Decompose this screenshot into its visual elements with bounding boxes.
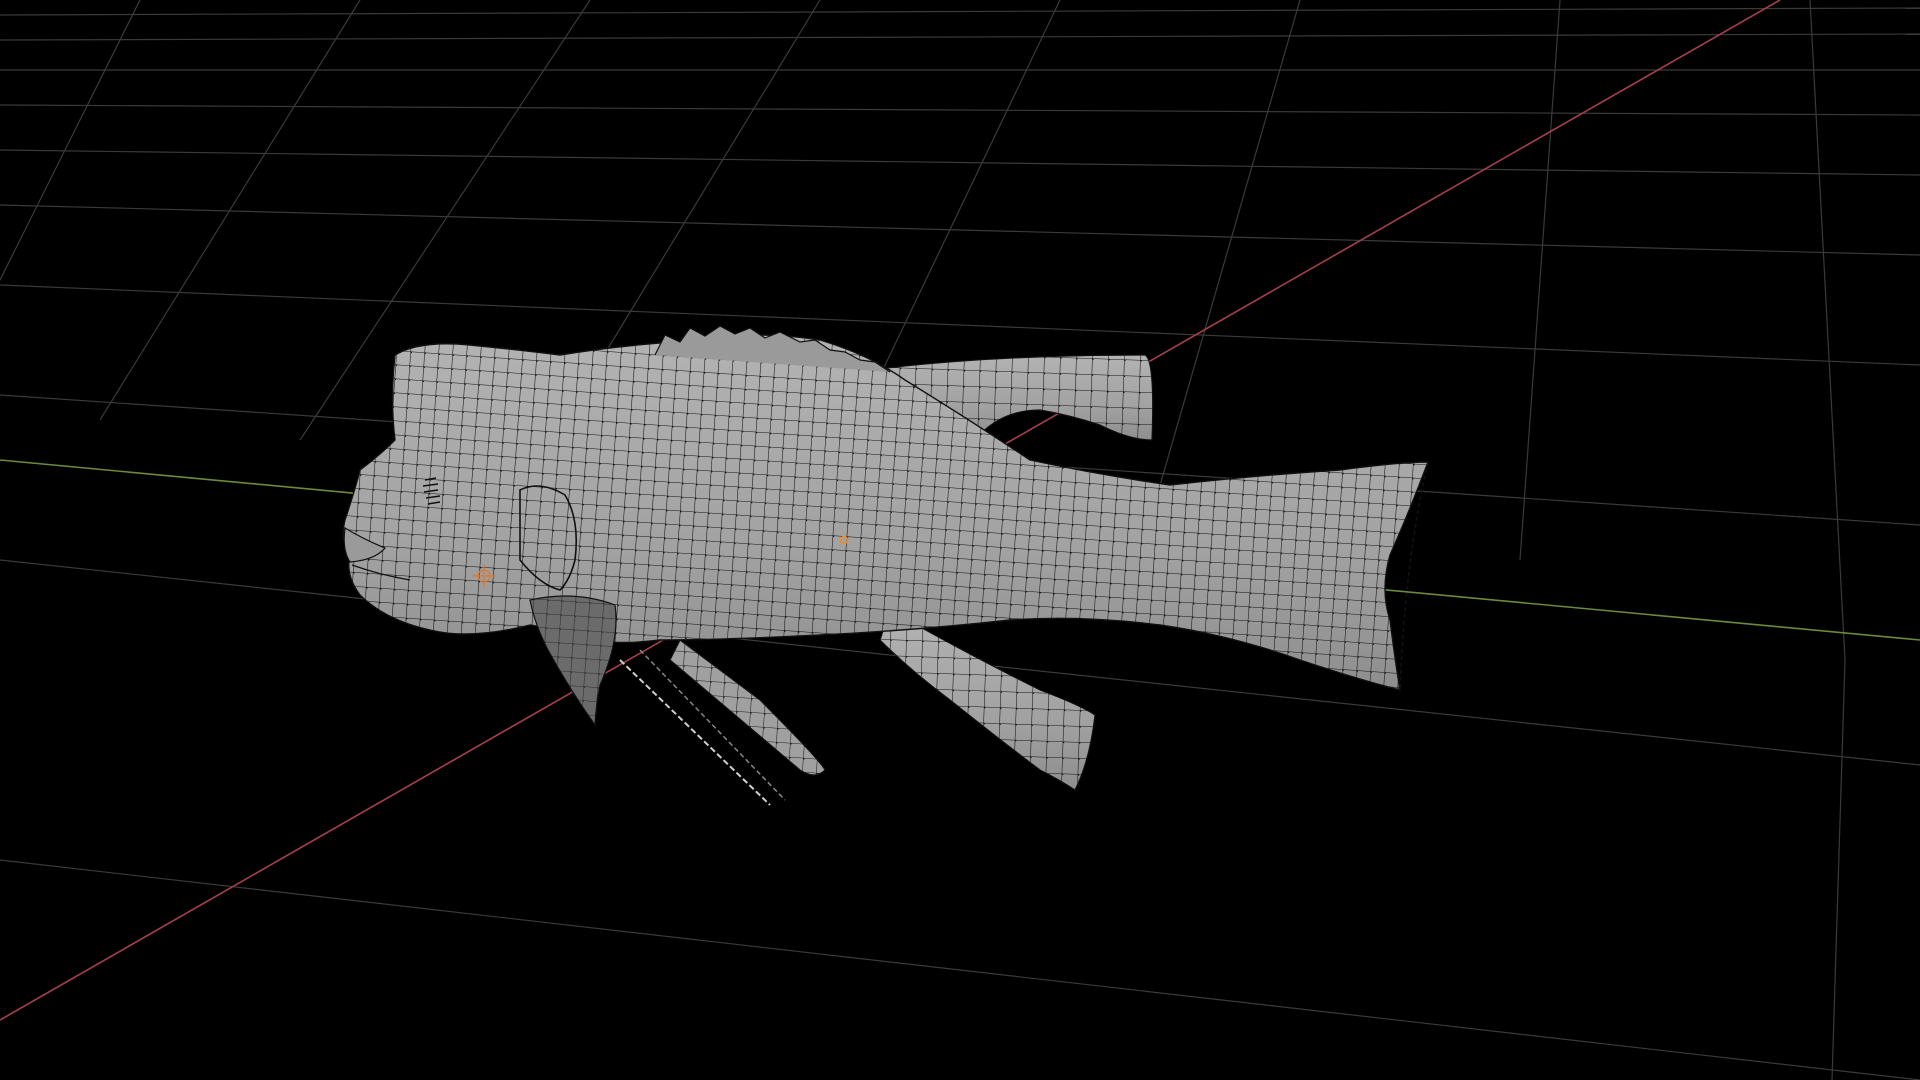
3d-viewport[interactable] [0, 0, 1920, 1080]
fish-mesh[interactable] [342, 325, 1430, 806]
viewport-canvas[interactable] [0, 0, 1920, 1080]
